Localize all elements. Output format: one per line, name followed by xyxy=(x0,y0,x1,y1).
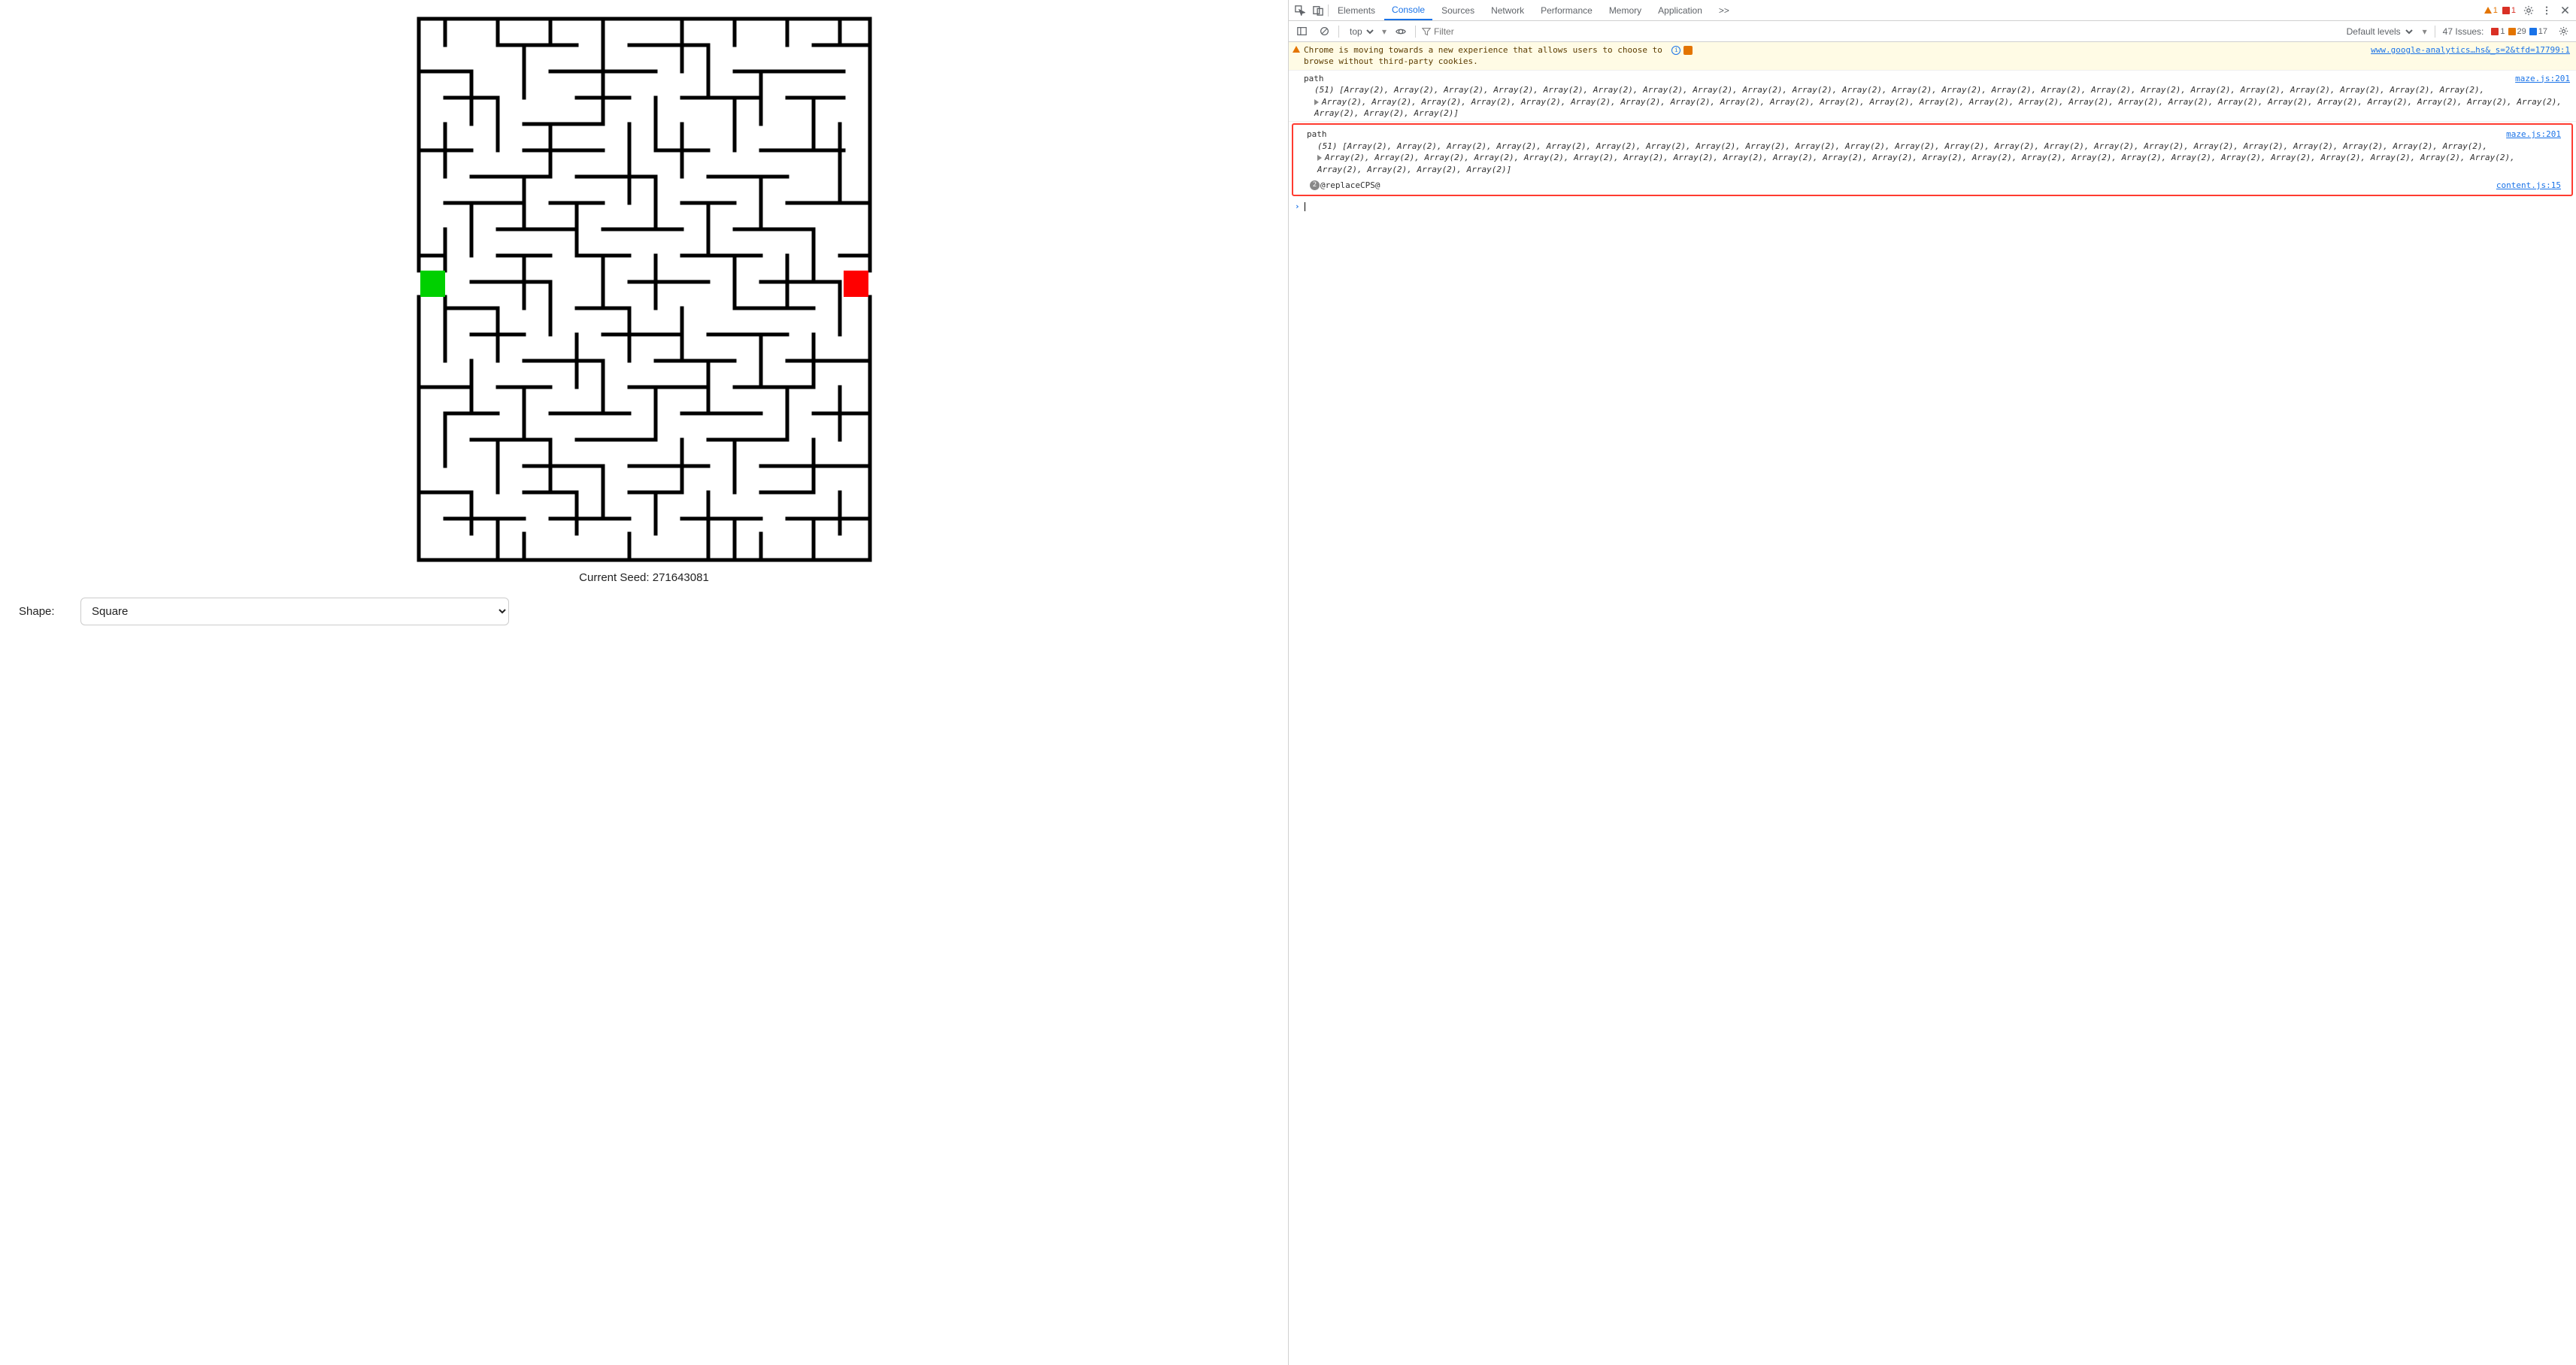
filter-input[interactable] xyxy=(1434,26,1494,37)
devtools-tabbar: Elements Console Sources Network Perform… xyxy=(1289,0,2576,21)
live-expression-icon[interactable] xyxy=(1393,23,1409,40)
expand-arrow-icon[interactable] xyxy=(1317,155,1322,161)
separator xyxy=(1338,26,1339,38)
clear-console-icon[interactable] xyxy=(1316,23,1332,40)
console-log-path-2: path maze.js:201 (51) [Array(2), Array(2… xyxy=(1307,126,2567,177)
issues-label[interactable]: 47 Issues: xyxy=(2443,26,2484,37)
log-body-line1: (51) [Array(2), Array(2), Array(2), Arra… xyxy=(1307,141,2561,152)
maze-svg xyxy=(415,15,874,564)
cookie-warning-message: Chrome is moving towards a new experienc… xyxy=(1289,42,2576,71)
tab-network[interactable]: Network xyxy=(1483,0,1532,20)
warning-text-suffix: browse without third-party cookies. xyxy=(1304,56,1478,66)
filter-box xyxy=(1422,26,1494,37)
log-body-line1: (51) [Array(2), Array(2), Array(2), Arra… xyxy=(1304,84,2570,95)
maze-page: Current Seed: 271643081 Shape: Square xyxy=(0,0,1288,1365)
console-settings-gear-icon[interactable] xyxy=(2555,23,2571,40)
log-body-line2[interactable]: Array(2), Array(2), Array(2), Array(2), … xyxy=(1304,96,2570,120)
prompt-chevron-icon: › xyxy=(1295,201,1300,212)
sidebar-toggle-icon[interactable] xyxy=(1293,23,1310,40)
issue-chip-icon[interactable] xyxy=(1683,46,1693,55)
tab-performance[interactable]: Performance xyxy=(1533,0,1600,20)
tab-console[interactable]: Console xyxy=(1384,0,1432,20)
log-source-link[interactable]: maze.js:201 xyxy=(2506,129,2561,140)
close-devtools-icon[interactable] xyxy=(2556,2,2573,19)
tab-more[interactable]: >> xyxy=(1711,0,1737,20)
console-log-path-1: path maze.js:201 (51) [Array(2), Array(2… xyxy=(1289,71,2576,123)
shape-label: Shape: xyxy=(19,605,71,618)
device-toolbar-icon[interactable] xyxy=(1310,2,1326,19)
highlighted-console-region: path maze.js:201 (51) [Array(2), Array(2… xyxy=(1292,123,2573,196)
tab-sources[interactable]: Sources xyxy=(1434,0,1482,20)
log-levels-select[interactable]: Default levels xyxy=(2342,24,2415,39)
console-toolbar: top ▾ Default levels ▾ 47 Issues: 1 29 1… xyxy=(1289,21,2576,42)
repeat-count-badge: 2 xyxy=(1310,180,1320,190)
error-count-badge[interactable]: 1 xyxy=(2502,6,2516,15)
tabbar-status-badges: 1 1 xyxy=(2484,6,2519,15)
info-icon[interactable]: i xyxy=(1671,46,1680,55)
maze-canvas xyxy=(415,15,874,564)
console-prompt[interactable]: › xyxy=(1289,198,2576,215)
warning-text-prefix: Chrome is moving towards a new experienc… xyxy=(1304,45,1667,55)
warning-source-link[interactable]: www.google-analytics…hs&_s=2&tfd=17799:1 xyxy=(2371,44,2570,56)
console-output: Chrome is moving towards a new experienc… xyxy=(1289,42,2576,1365)
maze-start-marker xyxy=(420,271,445,297)
log-label: path xyxy=(1307,129,1327,140)
warning-trailing-icons: i xyxy=(1671,46,1693,55)
shape-select[interactable]: Square xyxy=(80,598,509,625)
warning-count-badge[interactable]: 1 xyxy=(2484,6,2498,15)
filter-icon xyxy=(1422,27,1431,36)
tab-elements[interactable]: Elements xyxy=(1330,0,1383,20)
inspect-element-icon[interactable] xyxy=(1292,2,1308,19)
console-error-replacecps: 2 @replaceCPS@ content.js:15 xyxy=(1307,177,2567,193)
context-select[interactable]: top xyxy=(1345,24,1376,39)
settings-gear-icon[interactable] xyxy=(2520,2,2537,19)
maze-end-marker xyxy=(844,271,868,297)
log-body-line2[interactable]: Array(2), Array(2), Array(2), Array(2), … xyxy=(1307,152,2561,175)
tab-memory[interactable]: Memory xyxy=(1602,0,1649,20)
issues-badges[interactable]: 1 29 17 xyxy=(2491,27,2547,36)
kebab-menu-icon[interactable] xyxy=(2538,2,2555,19)
expand-arrow-icon[interactable] xyxy=(1314,99,1319,105)
log-source-link[interactable]: maze.js:201 xyxy=(2515,73,2570,84)
shape-control-row: Shape: Square xyxy=(15,598,1273,625)
devtools-panel: Elements Console Sources Network Perform… xyxy=(1288,0,2576,1365)
tab-application[interactable]: Application xyxy=(1650,0,1710,20)
separator xyxy=(1328,5,1329,17)
seed-label: Current Seed: 271643081 xyxy=(579,571,709,584)
log-label: path xyxy=(1304,73,1324,84)
separator xyxy=(1415,26,1416,38)
error-source-link[interactable]: content.js:15 xyxy=(2496,180,2561,191)
